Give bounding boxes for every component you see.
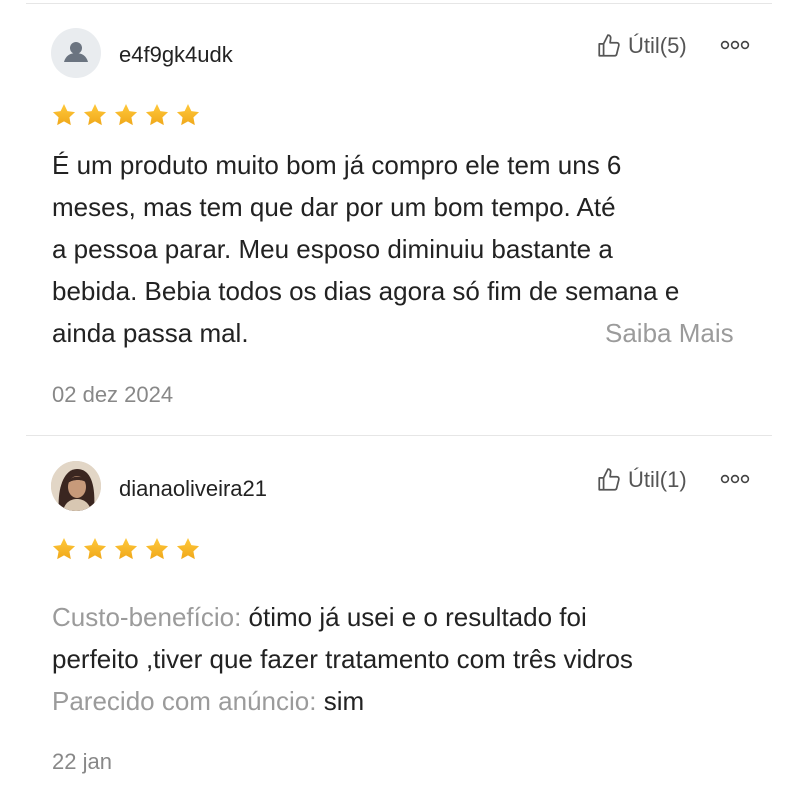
star-icon [113,536,139,562]
user-avatar-photo[interactable] [51,461,101,511]
attribute-row: perfeito ,tiver que fazer tratamento com… [52,638,752,680]
star-rating [51,102,201,128]
thumbs-up-icon [596,33,622,59]
star-icon [175,536,201,562]
default-user-icon[interactable] [51,28,101,78]
star-icon [51,102,77,128]
thumbs-up-icon [596,467,622,493]
helpful-button[interactable]: Útil(5) [596,33,687,59]
star-icon [82,536,108,562]
reviewer-username[interactable]: e4f9gk4udk [119,42,233,68]
review-divider [26,435,772,436]
attribute-label: Parecido com anúncio: [52,686,317,716]
read-more-link[interactable]: Saiba Mais [605,318,734,349]
star-icon [144,536,170,562]
review-text-line: a pessoa parar. Meu esposo diminuiu bast… [52,234,613,264]
helpful-button[interactable]: Útil(1) [596,467,687,493]
attribute-value: ótimo já usei e o resultado foi [241,602,587,632]
review-date: 22 jan [52,749,112,774]
star-icon [175,102,201,128]
star-icon [113,102,139,128]
attribute-value: sim [316,686,365,716]
review-date: 02 dez 2024 [52,382,174,407]
star-rating [51,536,201,562]
review-text-line: bebida. Bebia todos os dias agora só fim… [52,276,680,306]
review-text-line: É um produto muito bom já compro ele tem… [52,150,622,180]
reviewer-username[interactable]: dianaoliveira21 [119,476,267,502]
review-attributes: Custo-benefício: ótimo já usei e o resul… [52,596,752,722]
review-text-line: meses, mas tem que dar por um bom tempo.… [52,192,616,222]
top-divider [26,3,772,4]
more-options-icon[interactable] [720,39,750,51]
more-options-icon[interactable] [720,473,750,485]
helpful-count: Útil(5) [628,33,687,58]
star-icon [51,536,77,562]
attribute-value: perfeito ,tiver que fazer tratamento com… [52,644,633,674]
star-icon [82,102,108,128]
attribute-row: Custo-benefício: ótimo já usei e o resul… [52,596,752,638]
attribute-label: Custo-benefício: [52,602,242,632]
attribute-row: Parecido com anúncio: sim [52,680,752,722]
helpful-count: Útil(1) [628,467,687,492]
star-icon [144,102,170,128]
